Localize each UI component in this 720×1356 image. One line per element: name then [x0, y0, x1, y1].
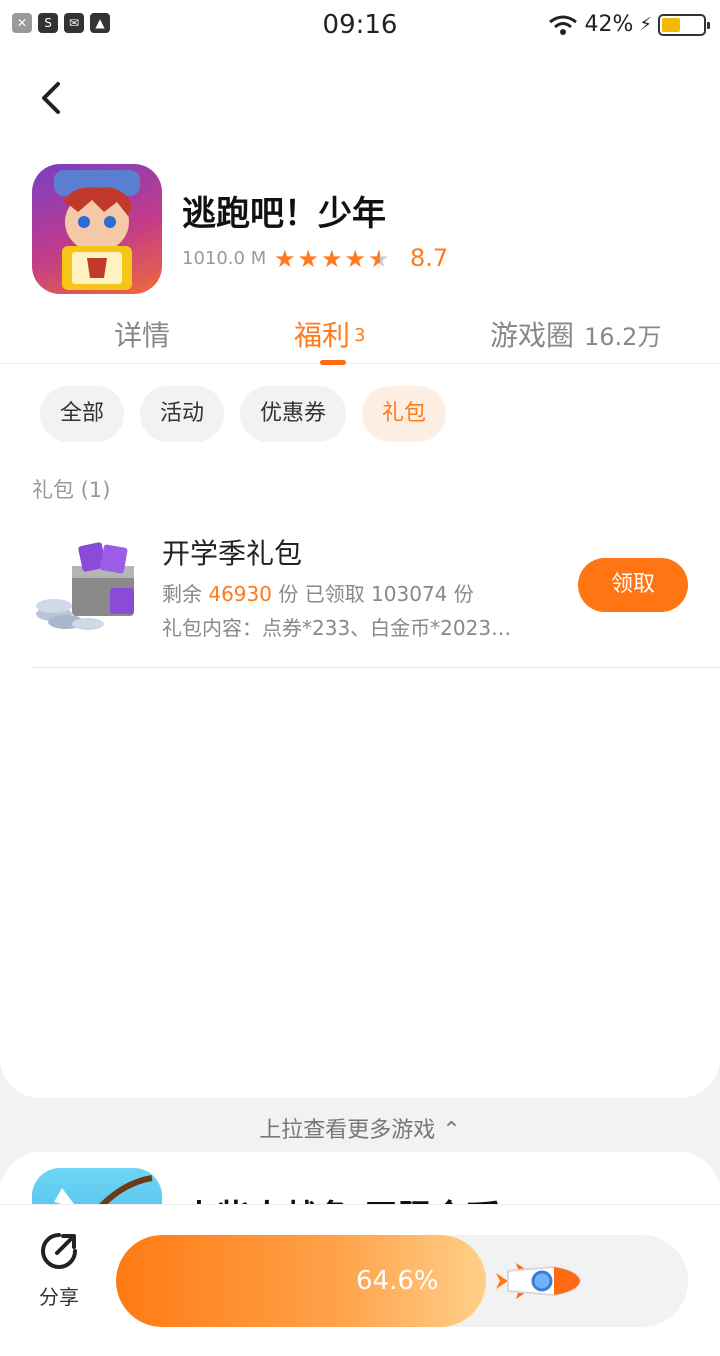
- status-bar: ✕ S ✉ ▲ 09:16 42% ⚡: [0, 0, 720, 52]
- gift-stock: 剩余 46930 份 已领取 103074 份: [162, 578, 474, 607]
- filter-events[interactable]: 活动: [140, 386, 225, 442]
- tab-game-circle-label: 游戏圈: [490, 319, 575, 352]
- battery-icon: [658, 13, 710, 36]
- download-progress[interactable]: 64.6%: [116, 1235, 688, 1327]
- active-tab-indicator: [320, 360, 346, 365]
- star-icon: ★: [274, 245, 296, 273]
- tab-welfare[interactable]: 福利 3: [294, 314, 366, 365]
- gift-remaining-count: 46930: [208, 582, 272, 606]
- rocket-icon: [496, 1263, 582, 1299]
- status-right: 42% ⚡: [548, 12, 710, 37]
- gift-content: 礼包内容：点券*233、白金币*2023…: [162, 616, 512, 640]
- gift-remaining-prefix: 剩余: [162, 582, 209, 606]
- tab-bar: 详情 福利 3 游戏圈 16.2万: [0, 310, 720, 365]
- list-item[interactable]: 开学季礼包 剩余 46930 份 已领取 103074 份 礼包内容：点券*23…: [32, 522, 720, 668]
- gift-claimed-text: 份 已领取 103074 份: [271, 582, 474, 606]
- wifi-icon: [549, 15, 578, 35]
- star-icon: ★: [297, 245, 320, 273]
- charging-icon: ⚡: [639, 14, 652, 35]
- share-button[interactable]: 分享: [32, 1231, 86, 1310]
- main-card: 逃跑吧！少年 1010.0 M ★ ★ ★ ★ ★ 8.7 详情 福利 3 游戏圈…: [0, 52, 720, 1098]
- share-icon: [41, 1233, 77, 1269]
- half-star-icon: ★: [368, 245, 390, 273]
- battery-percent: 42%: [584, 12, 634, 37]
- app-size: 1010.0 M: [182, 248, 267, 269]
- filter-all[interactable]: 全部: [40, 386, 125, 442]
- back-icon[interactable]: [32, 78, 72, 118]
- section-label: 礼包 (1): [32, 478, 111, 502]
- app-icon: [32, 164, 162, 294]
- app-title: 逃跑吧！少年: [182, 194, 386, 234]
- gift-name: 开学季礼包: [162, 537, 303, 570]
- bottom-bar: 分享 64.6%: [0, 1204, 720, 1356]
- share-label: 分享: [39, 1285, 79, 1309]
- tab-details-label: 详情: [114, 319, 171, 352]
- filter-coupons[interactable]: 优惠券: [240, 386, 347, 442]
- tab-game-circle-count: 16.2万: [584, 323, 662, 351]
- tab-welfare-label: 福利: [294, 319, 351, 352]
- tab-game-circle[interactable]: 游戏圈 16.2万: [490, 314, 661, 354]
- pull-up-hint-label: 上拉查看更多游戏: [259, 1118, 436, 1143]
- star-icon: ★: [344, 245, 367, 273]
- tab-details[interactable]: 详情: [114, 314, 170, 354]
- progress-text: 64.6%: [356, 1266, 439, 1296]
- pull-up-hint[interactable]: 上拉查看更多游戏 ⌃: [0, 1112, 720, 1144]
- rating-score: 8.7: [410, 244, 449, 272]
- tab-welfare-badge: 3: [354, 325, 366, 346]
- filter-gift-packs[interactable]: 礼包: [362, 386, 447, 442]
- claim-button[interactable]: 领取: [578, 558, 688, 612]
- gift-pack-icon: [36, 542, 134, 630]
- chevron-up-icon: ⌃: [442, 1118, 461, 1143]
- filter-chips: 全部 活动 优惠券 礼包: [40, 386, 447, 442]
- rating-stars: ★ ★ ★ ★ ★: [274, 246, 390, 272]
- star-icon: ★: [321, 245, 343, 273]
